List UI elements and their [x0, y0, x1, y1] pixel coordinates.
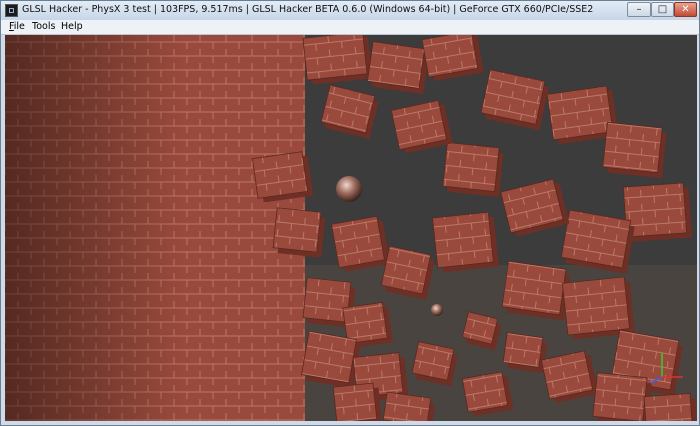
brick-face — [501, 260, 567, 316]
menu-help[interactable]: Help — [61, 21, 83, 32]
brick-block — [461, 371, 514, 417]
brick-block — [332, 382, 383, 423]
menu-file[interactable]: File — [9, 21, 25, 32]
brick-face — [301, 330, 357, 384]
brick-face — [380, 245, 432, 295]
brick-face — [432, 211, 494, 269]
brick-face — [342, 301, 388, 345]
brick-block — [562, 276, 636, 340]
menu-bar: File Tools Help — [1, 20, 699, 35]
brick-block — [432, 211, 499, 273]
brick-face — [546, 85, 614, 141]
brick-block — [380, 245, 435, 300]
brick-face — [602, 121, 663, 174]
brick-face — [560, 209, 632, 269]
brick-face — [540, 350, 594, 400]
physx-scene-canvas — [5, 35, 697, 423]
brick-block — [643, 393, 697, 423]
minimize-button[interactable]: – — [627, 2, 651, 17]
brick-block — [442, 141, 504, 198]
brick-block — [602, 121, 667, 179]
physics-sphere-large — [336, 176, 362, 202]
brick-block — [272, 207, 326, 258]
render-viewport[interactable] — [5, 35, 697, 423]
wall-shading — [5, 35, 305, 423]
brick-block — [367, 41, 429, 95]
physics-sphere-small — [431, 304, 443, 316]
maximize-button[interactable]: □ — [651, 2, 674, 17]
brick-face — [302, 35, 368, 81]
menu-tools[interactable]: Tools — [32, 21, 55, 32]
window-title: GLSL Hacker - PhysX 3 test | 103FPS, 9.5… — [22, 4, 594, 15]
brick-block — [302, 35, 373, 85]
brick-block — [501, 260, 571, 321]
brick-block — [252, 151, 314, 203]
title-bar[interactable]: GLSL Hacker - PhysX 3 test | 103FPS, 9.5… — [1, 1, 699, 21]
brick-block — [622, 182, 693, 242]
brick-face — [502, 332, 544, 368]
brick-block — [502, 332, 548, 374]
brick-face — [252, 151, 308, 199]
close-button[interactable]: ✕ — [674, 2, 697, 17]
brick-block — [301, 330, 361, 389]
brick-face — [562, 276, 630, 336]
brick-face — [332, 382, 378, 423]
brick-face — [367, 41, 425, 89]
app-window: GLSL Hacker - PhysX 3 test | 103FPS, 9.5… — [0, 0, 700, 426]
brick-block — [592, 372, 652, 423]
brick-face — [331, 215, 385, 269]
brick-block — [331, 215, 391, 272]
brick-face — [592, 372, 648, 422]
brick-face — [643, 393, 693, 423]
app-icon — [5, 4, 18, 17]
brick-face — [272, 207, 322, 253]
window-bottom-border — [1, 421, 699, 425]
brick-face — [411, 341, 455, 381]
brick-face — [461, 371, 509, 413]
brick-face — [442, 141, 500, 193]
